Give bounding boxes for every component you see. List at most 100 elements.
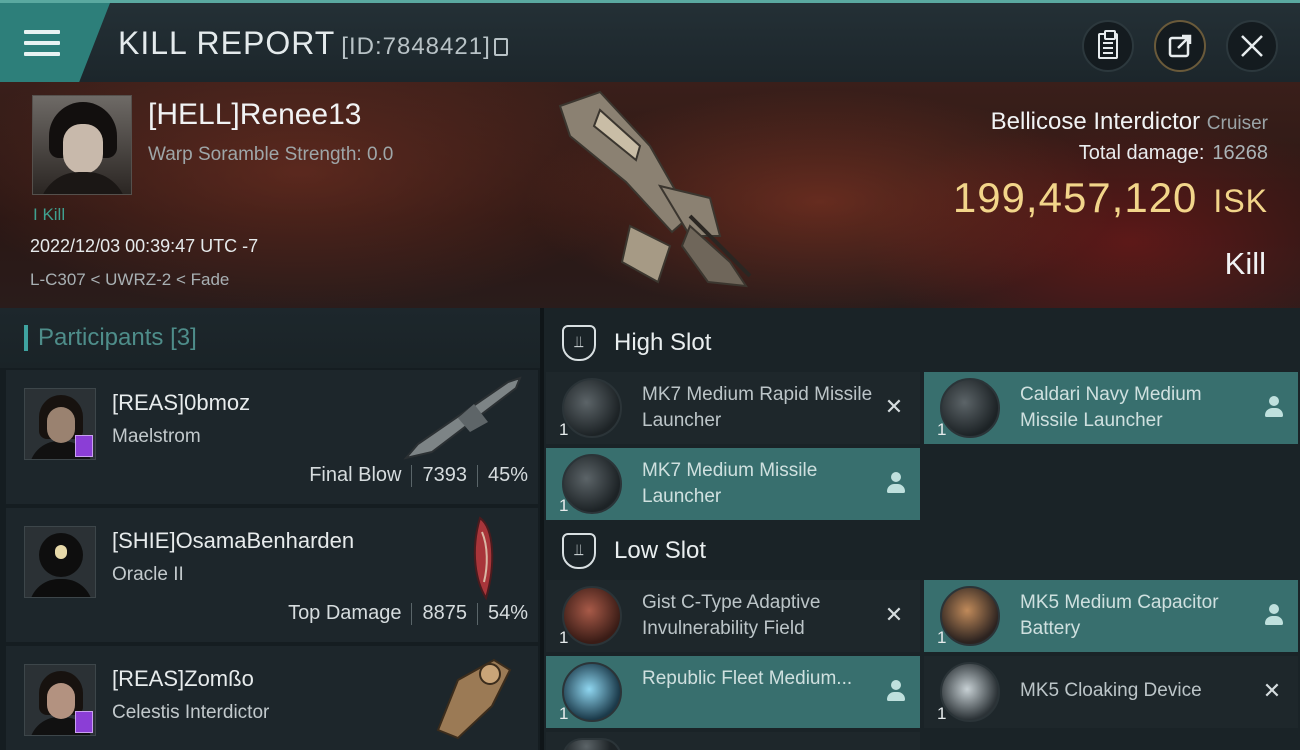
top-damage-tag: Top Damage [288,602,402,624]
participant-damage: 8875 [422,602,467,624]
rank-badge-icon [75,435,93,457]
module-quantity: 1 [937,420,947,439]
module-quantity: 1 [559,420,569,439]
module-item[interactable]: 1 Gist C-Type Adaptive Invulnerability F… [546,580,920,652]
module-quantity: 1 [559,704,569,723]
participant-ship: Oracle II [112,564,184,585]
kill-timestamp: 2022/12/03 00:39:47 UTC -7 [30,236,259,256]
module-quantity: 1 [559,628,569,647]
module-name: Republic Fleet Medium... [642,668,853,689]
kill-location: L-C307 < UWRZ-2 < Fade [30,270,230,289]
participant-ship-image [403,376,522,460]
total-damage: Total damage: 16268 [1079,142,1268,165]
module-name: Caldari Navy Medium Missile Launcher [1020,384,1202,431]
module-icon [562,738,622,750]
destroyed-icon: ✕ [884,394,904,419]
victim-avatar[interactable] [32,95,132,195]
menu-icon [24,29,60,56]
shield-slot-icon: ⫫ [562,533,596,569]
module-icon [562,662,622,722]
module-quantity: 1 [937,704,947,723]
module-name: MK5 Medium Capacitor Battery [1020,592,1219,639]
victim-ship-image [558,90,752,288]
rank-badge-icon [75,711,93,733]
participant-row[interactable]: [SHIE]OsamaBenharden Oracle II Top Damag… [6,508,538,642]
ship-type: Bellicose Interdictor [990,108,1201,135]
destroyed-icon: ✕ [1262,678,1282,703]
participant-damage: 7393 [422,464,467,486]
participant-ship-image [473,516,494,601]
high-slot-title: High Slot [614,329,712,356]
shield-slot-icon: ⫫ [562,325,596,361]
module-name: Gist C-Type Adaptive Invulnerability Fie… [642,592,821,639]
avatar[interactable] [24,664,96,736]
share-button[interactable] [1154,20,1206,72]
participant-name[interactable]: [SHIE]OsamaBenharden [112,528,354,554]
participants-panel[interactable]: Participants [3] [REAS]0bmoz Maelstrom F… [0,308,540,750]
avatar[interactable] [24,388,96,460]
participant-ship: Celestis Interdictor [112,702,270,723]
participants-title: Participants [38,324,164,351]
close-button[interactable] [1226,20,1278,72]
clipboard-button[interactable] [1082,20,1134,72]
menu-button[interactable] [0,3,110,82]
destroyed-icon: ✕ [884,602,904,627]
victim-ship-name: Bellicose Interdictor Cruiser [991,108,1268,136]
person-icon [886,680,906,702]
participant-ship: Maelstrom [112,426,201,447]
participant-row[interactable]: [REAS]0bmoz Maelstrom Final Blow 7393 45… [6,370,538,504]
fitting-panel[interactable]: ⫫ High Slot 1 MK7 Medium Rapid Missile L… [544,308,1300,750]
participant-ship-image [436,658,512,740]
victim-banner: [HELL]Renee13 Warp Soramble Strength: 0.… [0,82,1300,308]
module-item[interactable]: 1 MK7 Medium Rapid Missile Launcher ✕ [546,372,920,444]
participants-count: [3] [170,324,197,351]
clipboard-icon [1098,30,1118,59]
top-bar: KILL REPORT [ID:7848421] [0,0,1300,82]
person-icon [1264,604,1284,626]
launcher-icon [562,454,622,514]
share-icon [1168,34,1192,58]
copy-icon[interactable] [493,38,508,56]
module-name: MK7 Medium Rapid Missile Launcher [642,384,873,431]
module-item-partial[interactable] [546,732,920,750]
close-icon [1241,35,1263,57]
module-name: MK5 Cloaking Device [1020,680,1202,701]
isk-amount: 199,457,120 [952,174,1198,221]
victim-name[interactable]: [HELL]Renee13 [148,98,362,132]
person-icon [886,472,906,494]
participant-row[interactable]: [REAS]Zomßo Celestis Interdictor [6,646,538,750]
battery-icon [940,586,1000,646]
low-slot-header: ⫫ Low Slot [544,520,1300,582]
launcher-icon [940,378,1000,438]
participant-stats: Top Damage 8875 54% [288,602,528,625]
page-title: KILL REPORT [ID:7848421] [118,25,508,62]
participants-header: Participants [3] [0,308,540,368]
module-item[interactable]: 1 Caldari Navy Medium Missile Launcher [924,372,1298,444]
ship-class: Cruiser [1206,113,1268,134]
avatar[interactable] [24,526,96,598]
shield-module-icon [562,586,622,646]
total-damage-label: Total damage: [1078,142,1205,164]
module-item[interactable]: 1 MK5 Cloaking Device ✕ [924,656,1298,728]
kill-id: [ID:7848421] [341,33,491,60]
participant-name[interactable]: [REAS]Zomßo [112,666,254,692]
report-type: Kill [1224,246,1266,281]
low-slot-title: Low Slot [614,537,707,564]
module-quantity: 1 [937,628,947,647]
participant-damage-percent: 45% [487,464,528,486]
participant-damage-percent: 54% [487,602,528,624]
launcher-icon [562,378,622,438]
module-item[interactable]: 1 MK5 Medium Capacitor Battery [924,580,1298,652]
module-item[interactable]: 1 Republic Fleet Medium... [546,656,920,728]
final-blow-tag: Final Blow [309,464,402,486]
isk-unit: ISK [1213,183,1268,219]
title-text: KILL REPORT [118,25,336,61]
participant-stats: Final Blow 7393 45% [309,464,528,487]
person-icon [1264,396,1284,418]
module-quantity: 1 [559,496,569,515]
module-name: MK7 Medium Missile Launcher [642,460,818,507]
victim-kills: I Kill [33,205,66,224]
module-item[interactable]: 1 MK7 Medium Missile Launcher [546,448,920,520]
participant-name[interactable]: [REAS]0bmoz [112,390,250,416]
high-slot-header: ⫫ High Slot [544,312,1300,374]
